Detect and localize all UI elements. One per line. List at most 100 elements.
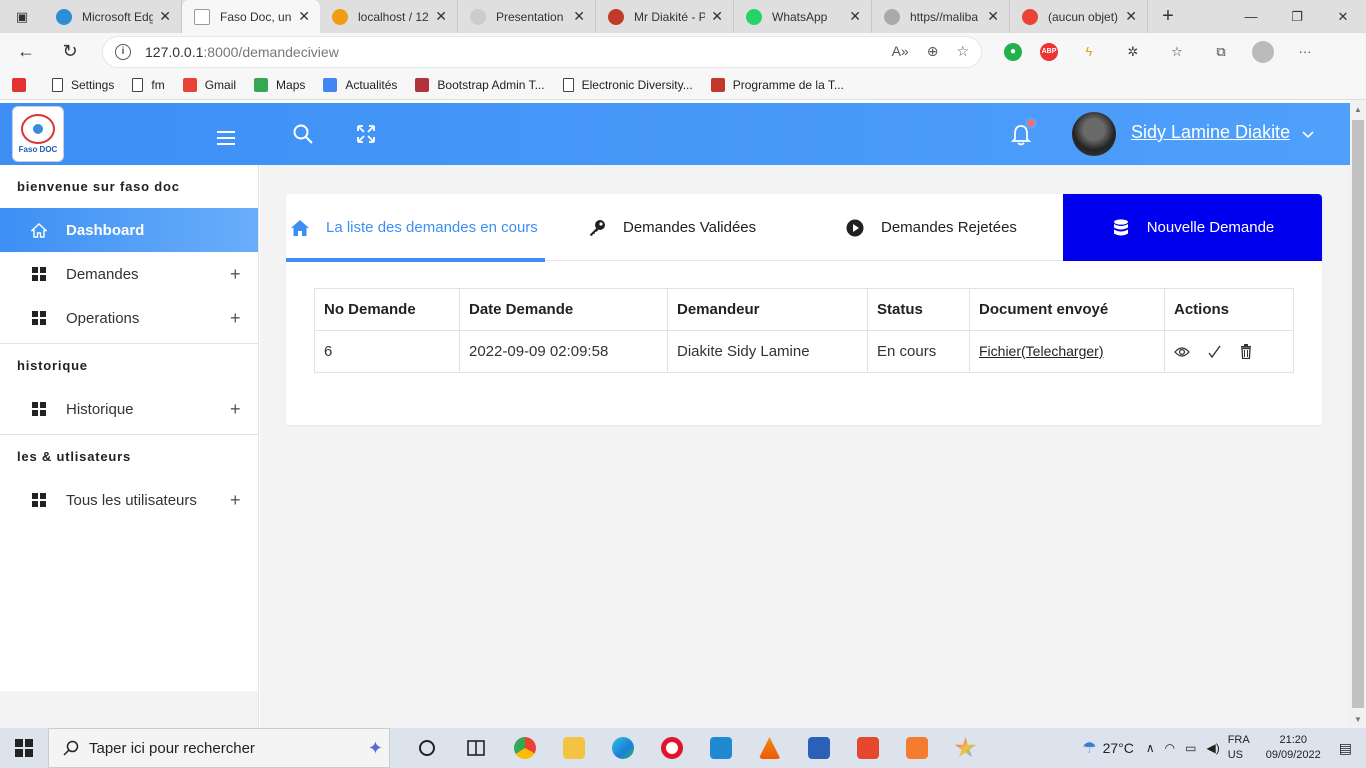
sidebar-item-historique[interactable]: Historique + [0, 387, 258, 431]
tab-validated-requests[interactable]: Demandes Validées [545, 194, 804, 261]
close-tab-icon[interactable]: ✕ [573, 8, 585, 25]
restore-icon[interactable]: ❐ [1274, 0, 1320, 33]
windows-start-icon[interactable] [0, 728, 48, 768]
close-tab-icon[interactable]: ✕ [159, 8, 171, 25]
bookmark-item[interactable] [12, 77, 34, 92]
scroll-up-icon[interactable]: ▲ [1354, 105, 1362, 114]
expand-plus-icon[interactable]: + [230, 490, 241, 511]
column-header[interactable]: Document envoyé [969, 288, 1165, 331]
expand-plus-icon[interactable]: + [230, 399, 241, 420]
clock[interactable]: 21:20 09/09/2022 [1266, 733, 1321, 763]
zoom-icon[interactable]: ⊕ [927, 43, 939, 60]
weather-icon[interactable]: ☂ [1082, 738, 1096, 758]
opera-icon[interactable] [647, 728, 696, 768]
edge-icon[interactable] [598, 728, 647, 768]
fullscreen-icon[interactable] [356, 124, 376, 144]
widgets-icon[interactable] [451, 728, 500, 768]
bookmark-item[interactable]: Programme de la T... [710, 77, 844, 92]
bookmark-item[interactable]: Maps [254, 77, 305, 92]
close-tab-icon[interactable]: ✕ [298, 8, 310, 25]
notification-center-icon[interactable]: ▤ [1339, 740, 1352, 757]
page-scrollbar[interactable]: ▲ ▼ [1350, 100, 1366, 728]
scroll-down-icon[interactable]: ▼ [1354, 715, 1362, 724]
bookmark-item[interactable]: Actualités [323, 77, 397, 92]
close-tab-icon[interactable]: ✕ [849, 8, 861, 25]
app-star-icon[interactable] [941, 728, 990, 768]
info-icon[interactable]: i [115, 43, 131, 60]
chevron-up-icon[interactable]: ∧ [1146, 741, 1155, 755]
close-tab-icon[interactable]: ✕ [987, 8, 999, 25]
faso-doc-logo[interactable]: Faso DOC [12, 106, 64, 162]
browser-tab[interactable]: Mr Diakité - P ✕ [596, 0, 734, 33]
check-icon[interactable] [1206, 344, 1222, 360]
volume-icon[interactable]: ◀) [1206, 741, 1219, 755]
expand-plus-icon[interactable]: + [230, 264, 241, 285]
bookmark-item[interactable]: Gmail [182, 77, 236, 92]
scrollbar-thumb[interactable] [1352, 120, 1364, 708]
bookmark-item[interactable]: Electronic Diversity... [562, 77, 693, 92]
sidebar-item-demandes[interactable]: Demandes + [0, 252, 258, 296]
word-icon[interactable] [794, 728, 843, 768]
user-avatar[interactable] [1072, 112, 1116, 156]
more-options-icon[interactable]: ··· [1292, 39, 1318, 65]
tab-current-requests[interactable]: La liste des demandes en cours [286, 194, 545, 262]
taskbar-search-field[interactable]: Taper ici pour rechercher ✦ [48, 728, 390, 768]
xampp-icon[interactable] [892, 728, 941, 768]
close-tab-icon[interactable]: ✕ [435, 8, 447, 25]
browser-tab[interactable]: https//maliba ✕ [872, 0, 1010, 33]
file-explorer-icon[interactable] [549, 728, 598, 768]
browser-tab[interactable]: Faso Doc, un lieu ✕ [182, 0, 320, 33]
collections-icon[interactable]: ⧉ [1208, 39, 1234, 65]
extension-green-icon[interactable]: ● [1004, 42, 1022, 61]
favorites-icon[interactable]: ☆ [1164, 39, 1190, 65]
eye-icon[interactable] [1174, 344, 1190, 360]
browser-tab[interactable]: WhatsApp ✕ [734, 0, 872, 33]
column-header[interactable]: Date Demande [459, 288, 668, 331]
user-name-link[interactable]: Sidy Lamine Diakite [1131, 122, 1290, 143]
bookmark-item[interactable]: Bootstrap Admin T... [415, 77, 545, 92]
extension-bolt-icon[interactable]: ϟ [1076, 39, 1102, 65]
wifi-icon[interactable]: ◠ [1165, 741, 1175, 755]
vlc-icon[interactable] [745, 728, 794, 768]
browser-tab[interactable]: (aucun objet) ✕ [1010, 0, 1148, 33]
url-field[interactable]: i 127.0.0.1:8000/demandeciview A» ⊕ ☆ [102, 35, 982, 68]
tab-actions-icon[interactable]: ▣ [0, 0, 44, 33]
read-aloud-icon[interactable]: A» [892, 43, 909, 60]
column-header[interactable]: No Demande [314, 288, 460, 331]
task-view-icon[interactable] [402, 728, 451, 768]
close-tab-icon[interactable]: ✕ [711, 8, 723, 25]
chrome-icon[interactable] [500, 728, 549, 768]
column-header[interactable]: Demandeur [667, 288, 868, 331]
temperature[interactable]: 27°C [1103, 740, 1134, 756]
menu-toggle-icon[interactable] [217, 131, 235, 145]
expand-plus-icon[interactable]: + [230, 308, 241, 329]
browser-tab[interactable]: Microsoft Edge ✕ [44, 0, 182, 33]
sidebar-item-operations[interactable]: Operations + [0, 296, 258, 340]
search-icon[interactable] [292, 123, 314, 145]
trash-icon[interactable] [1238, 344, 1254, 360]
browser-tab[interactable]: Presentation ✕ [458, 0, 596, 33]
chevron-down-icon[interactable] [1302, 128, 1314, 140]
profile-avatar[interactable] [1252, 40, 1274, 63]
new-request-button[interactable]: Nouvelle Demande [1063, 194, 1322, 261]
display-icon[interactable]: ▭ [1185, 741, 1196, 755]
minimize-icon[interactable]: — [1228, 0, 1274, 33]
bookmark-item[interactable]: Settings [52, 77, 114, 92]
extensions-puzzle-icon[interactable]: ✲ [1120, 39, 1146, 65]
vscode-icon[interactable] [696, 728, 745, 768]
back-icon[interactable]: ← [8, 36, 44, 68]
close-tab-icon[interactable]: ✕ [1125, 8, 1137, 25]
bookmark-item[interactable]: fm [132, 77, 165, 92]
adblock-icon[interactable]: ABP [1040, 42, 1058, 61]
browser-tab[interactable]: localhost / 127 ✕ [320, 0, 458, 33]
tab-rejected-requests[interactable]: Demandes Rejetées [804, 194, 1063, 261]
favorite-add-icon[interactable]: ☆ [956, 43, 969, 60]
reload-icon[interactable]: ↻ [52, 36, 88, 68]
sidebar-item-tous-les-utilisateurs[interactable]: Tous les utilisateurs + [0, 478, 258, 522]
office-icon[interactable] [843, 728, 892, 768]
new-tab-button[interactable]: + [1148, 0, 1188, 33]
column-header[interactable]: Status [867, 288, 970, 331]
sidebar-item-dashboard[interactable]: Dashboard [0, 208, 258, 252]
language-indicator[interactable]: FRA US [1228, 733, 1250, 763]
close-window-icon[interactable]: ✕ [1320, 0, 1366, 33]
